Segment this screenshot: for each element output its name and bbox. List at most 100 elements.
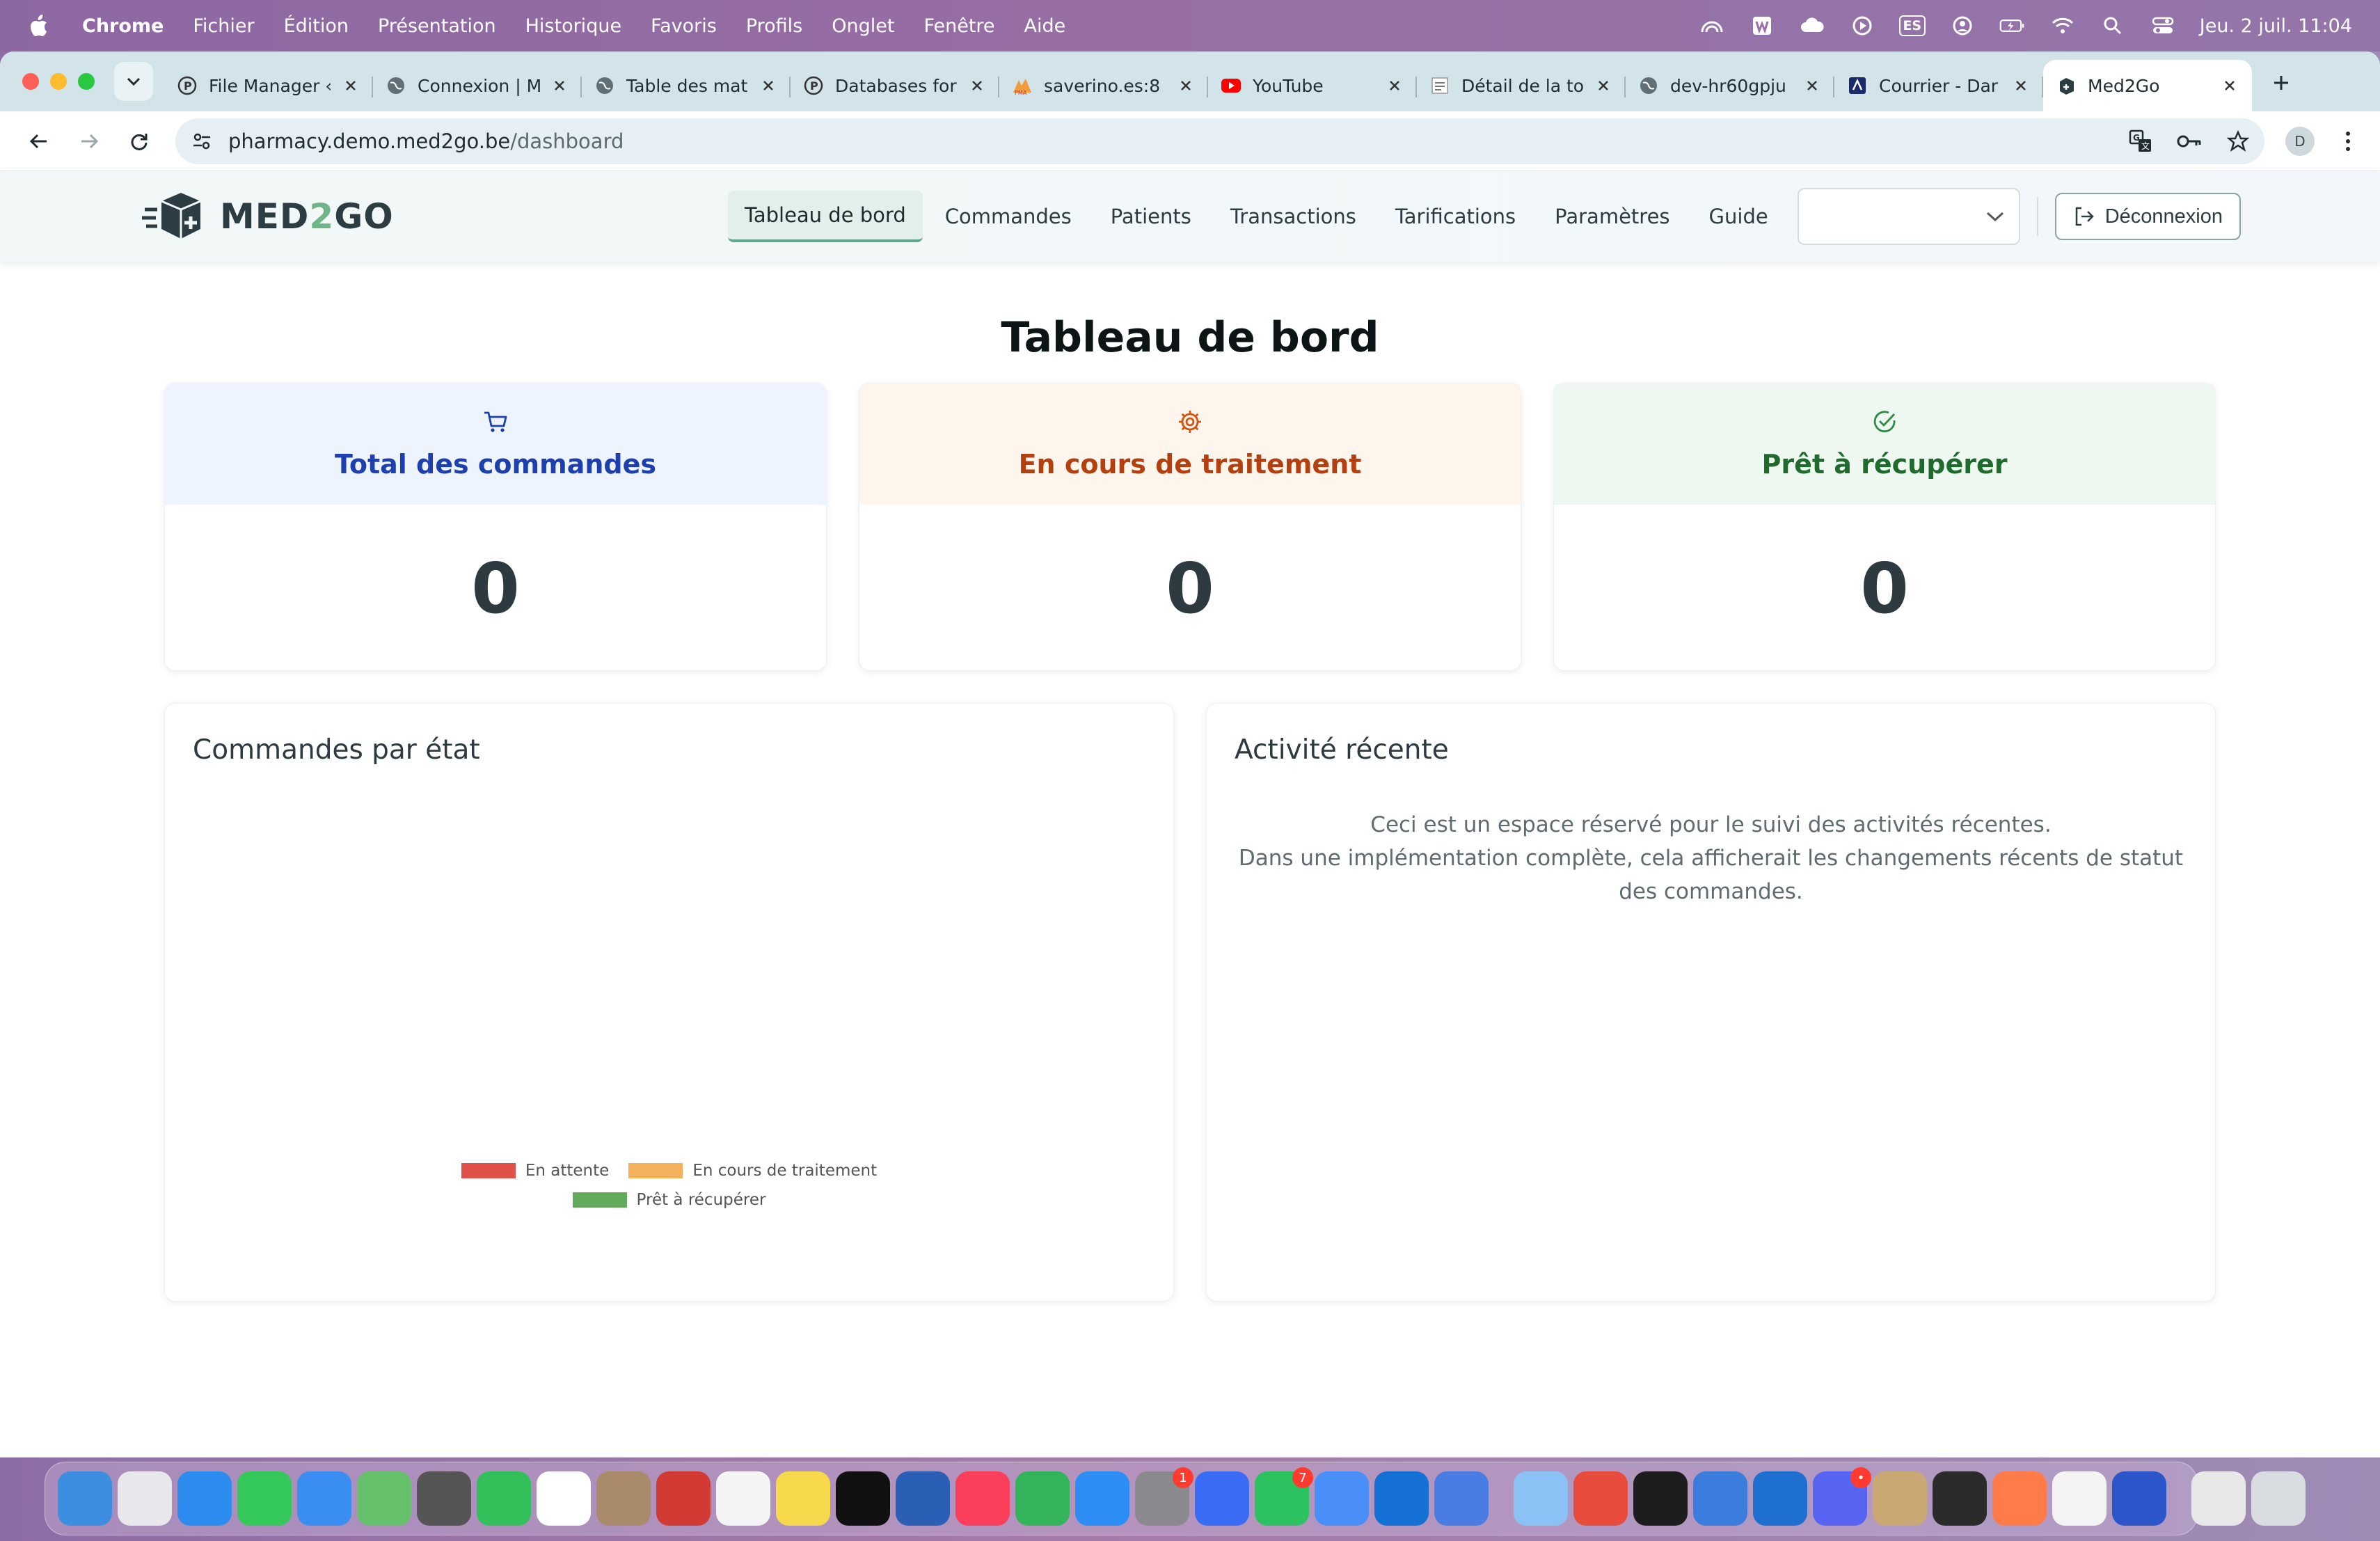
dock-finder-icon[interactable] xyxy=(58,1471,112,1526)
close-tab-icon[interactable] xyxy=(759,76,778,95)
nav-transactions[interactable]: Transactions xyxy=(1214,192,1373,241)
dock-launchpad-icon[interactable] xyxy=(118,1471,172,1526)
dock-outlook-icon[interactable] xyxy=(1374,1471,1429,1526)
back-button[interactable] xyxy=(17,119,61,164)
dock-reminders-icon[interactable] xyxy=(716,1471,770,1526)
dock-calculator-icon[interactable] xyxy=(417,1471,471,1526)
nav-patients[interactable]: Patients xyxy=(1094,192,1208,241)
pharmacy-select[interactable] xyxy=(1797,188,2020,245)
key-icon[interactable] xyxy=(2175,127,2203,155)
close-tab-icon[interactable] xyxy=(2011,76,2031,95)
browser-menu-icon[interactable] xyxy=(2333,126,2363,157)
close-tab-icon[interactable] xyxy=(967,76,987,95)
close-tab-icon[interactable] xyxy=(1594,76,1613,95)
dock-wps-icon[interactable] xyxy=(1573,1471,1628,1526)
new-tab-button[interactable] xyxy=(2260,62,2302,104)
reload-button[interactable] xyxy=(117,119,161,164)
play-circle-icon[interactable] xyxy=(1849,15,1875,36)
dock-sublime-icon[interactable] xyxy=(1992,1471,2047,1526)
dock-roblox-icon[interactable] xyxy=(1434,1471,1489,1526)
tab-courrier[interactable]: Courrier - Dar xyxy=(1834,64,2043,107)
nav-dashboard[interactable]: Tableau de bord xyxy=(727,191,923,242)
menu-edition[interactable]: Édition xyxy=(284,15,349,37)
menu-profils[interactable]: Profils xyxy=(746,15,802,37)
dock-apple-tv-icon[interactable] xyxy=(836,1471,890,1526)
legend-item-processing[interactable]: En cours de traitement xyxy=(628,1162,877,1180)
dock-system-settings-icon[interactable]: 1 xyxy=(1135,1467,1193,1526)
site-info-icon[interactable] xyxy=(188,127,216,155)
close-tab-icon[interactable] xyxy=(550,76,569,95)
arc-status-icon[interactable] xyxy=(1699,15,1725,36)
dock-nordvpn-icon[interactable] xyxy=(2112,1471,2166,1526)
translate-icon[interactable]: G文 xyxy=(2127,127,2155,155)
dock-trash-icon[interactable] xyxy=(2251,1471,2306,1526)
dock-notes-icon[interactable] xyxy=(776,1471,830,1526)
tab-med2go[interactable]: Med2Go xyxy=(2043,60,2252,111)
nav-pricing[interactable]: Tarifications xyxy=(1379,192,1532,241)
battery-icon[interactable] xyxy=(1999,15,2026,36)
bookmark-star-icon[interactable] xyxy=(2224,127,2252,155)
dock-calendar-icon[interactable] xyxy=(537,1471,591,1526)
close-tab-icon[interactable] xyxy=(1176,76,1196,95)
tab-saverino[interactable]: PMA saverino.es:8 xyxy=(999,64,1208,107)
dock-preview-icon[interactable] xyxy=(1514,1471,1568,1526)
legend-item-pending[interactable]: En attente xyxy=(461,1162,609,1180)
menu-fichier[interactable]: Fichier xyxy=(193,15,254,37)
menu-aide[interactable]: Aide xyxy=(1024,15,1066,37)
dock-chrome-icon[interactable] xyxy=(2052,1471,2107,1526)
close-window-button[interactable] xyxy=(22,73,39,90)
tab-table-des-matieres[interactable]: Table des mat xyxy=(582,64,791,107)
user-circle-icon[interactable] xyxy=(1949,15,1976,36)
apple-menu-icon[interactable] xyxy=(28,14,49,38)
cloud-icon[interactable] xyxy=(1799,15,1825,36)
menu-app-name[interactable]: Chrome xyxy=(82,15,164,37)
tab-search-button[interactable] xyxy=(114,62,153,101)
dock-mail-icon[interactable] xyxy=(297,1471,351,1526)
dock-music-icon[interactable] xyxy=(955,1471,1010,1526)
wifi-icon[interactable] xyxy=(2049,15,2076,36)
nav-orders[interactable]: Commandes xyxy=(928,192,1088,241)
tab-youtube[interactable]: YouTube xyxy=(1208,64,1417,107)
minimize-window-button[interactable] xyxy=(50,73,67,90)
menu-fenetre[interactable]: Fenêtre xyxy=(923,15,994,37)
menu-presentation[interactable]: Présentation xyxy=(378,15,496,37)
maximize-window-button[interactable] xyxy=(78,73,95,90)
close-tab-icon[interactable] xyxy=(1802,76,1822,95)
menu-historique[interactable]: Historique xyxy=(525,15,621,37)
dock-discord-icon[interactable]: • xyxy=(1813,1467,1871,1526)
menubar-clock[interactable]: Jeu. 2 juil. 11:04 xyxy=(2200,15,2352,37)
dock-whatsapp-icon[interactable]: 7 xyxy=(1255,1467,1313,1526)
dock-word-icon[interactable] xyxy=(896,1471,950,1526)
address-bar[interactable]: pharmacy.demo.med2go.be/dashboard G文 xyxy=(175,118,2264,164)
dock-messenger-alt-icon[interactable] xyxy=(1315,1471,1369,1526)
legend-item-ready[interactable]: Prêt à récupérer xyxy=(572,1191,765,1209)
dock-messages-icon[interactable] xyxy=(237,1471,292,1526)
dock-maps-icon[interactable] xyxy=(357,1471,411,1526)
tab-file-manager[interactable]: P File Manager ‹ xyxy=(164,64,373,107)
dock-numbers-icon[interactable] xyxy=(1015,1471,1070,1526)
dock-documents-icon[interactable] xyxy=(2191,1471,2246,1526)
dock-terminal-icon[interactable] xyxy=(1633,1471,1688,1526)
control-center-icon[interactable] xyxy=(2150,15,2176,36)
spotlight-search-icon[interactable] xyxy=(2100,15,2126,36)
menu-onglet[interactable]: Onglet xyxy=(832,15,894,37)
nav-guide[interactable]: Guide xyxy=(1692,192,1785,241)
input-source-badge[interactable]: ES xyxy=(1898,15,1926,36)
dock-activity-monitor-icon[interactable] xyxy=(1933,1471,1987,1526)
dock-vlc-icon[interactable] xyxy=(1873,1471,1927,1526)
tab-detail[interactable]: Détail de la to xyxy=(1417,64,1626,107)
tab-databases[interactable]: P Databases for xyxy=(791,64,999,107)
menu-favoris[interactable]: Favoris xyxy=(651,15,717,37)
dock-messenger-icon[interactable] xyxy=(1195,1471,1249,1526)
close-tab-icon[interactable] xyxy=(2220,76,2239,95)
brand-logo[interactable]: MED2GO xyxy=(142,189,394,244)
logout-button[interactable]: Déconnexion xyxy=(2054,193,2241,240)
tab-dev[interactable]: dev-hr60gpju xyxy=(1626,64,1834,107)
dock-facetime-icon[interactable] xyxy=(477,1471,531,1526)
nav-settings[interactable]: Paramètres xyxy=(1538,192,1686,241)
dock-safari-icon[interactable] xyxy=(177,1471,232,1526)
dock-xcode-icon[interactable] xyxy=(1693,1471,1747,1526)
close-tab-icon[interactable] xyxy=(1385,76,1404,95)
dock-photo-booth-icon[interactable] xyxy=(656,1471,711,1526)
dock-contacts-icon[interactable] xyxy=(596,1471,651,1526)
